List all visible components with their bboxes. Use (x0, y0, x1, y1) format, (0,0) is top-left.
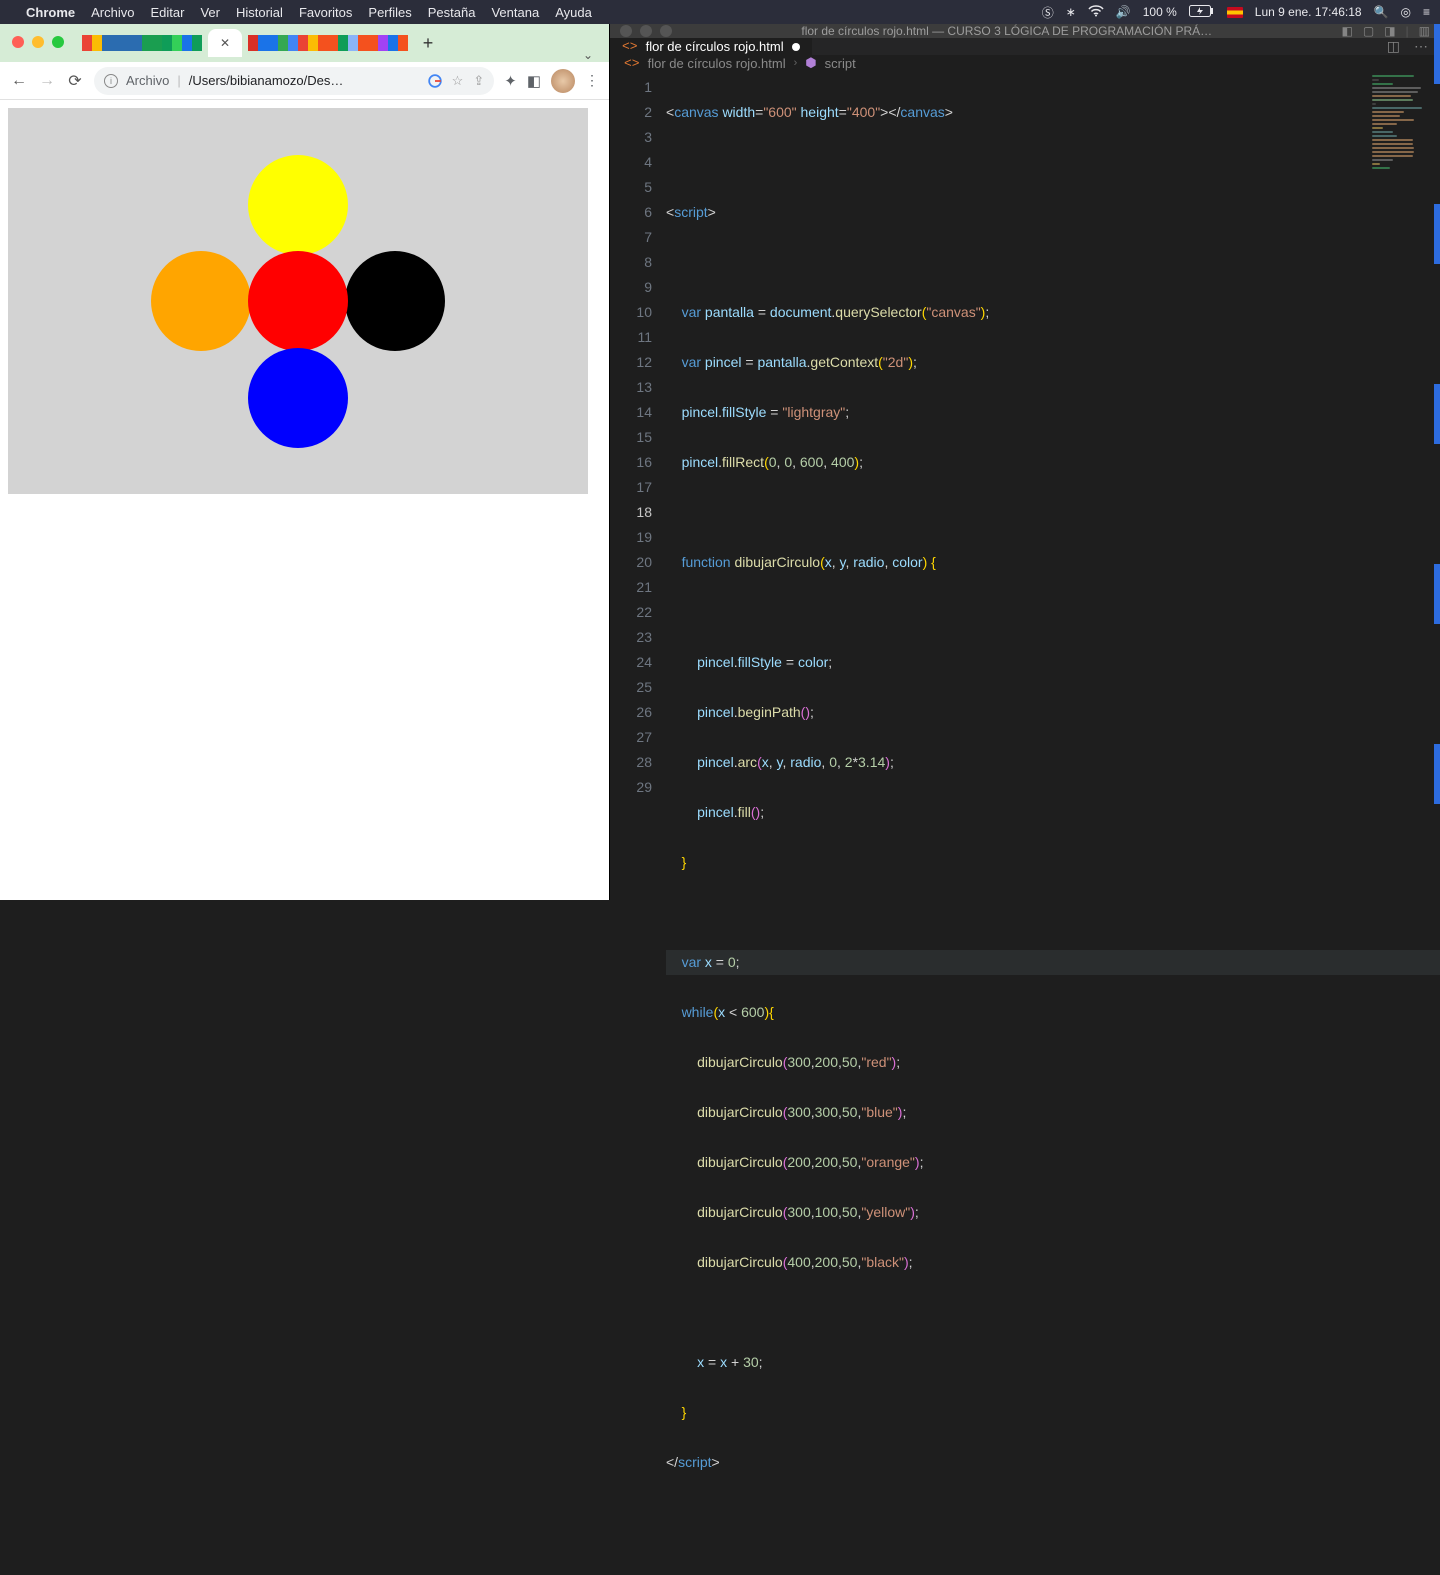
circle-yellow (248, 155, 348, 255)
menu-ayuda[interactable]: Ayuda (555, 5, 592, 20)
spotlight-icon[interactable]: 🔍 (1374, 5, 1389, 19)
url-scheme: Archivo (126, 73, 169, 88)
macos-menubar: Chrome Archivo Editar Ver Historial Favo… (0, 0, 1440, 24)
tab-group-left[interactable] (78, 29, 206, 57)
split-editor-icon[interactable]: ◫ (1387, 38, 1400, 55)
layout-sidebar-right-icon[interactable]: ◨ (1384, 24, 1395, 38)
circle-black (345, 251, 445, 351)
bookmark-icon[interactable]: ☆ (452, 73, 464, 89)
menu-favoritos[interactable]: Favoritos (299, 5, 352, 20)
wifi-icon[interactable] (1088, 5, 1104, 20)
chrome-window: ✕ + ⌄ ← (0, 24, 610, 900)
layout-sidebar-left-icon[interactable]: ◧ (1342, 24, 1353, 38)
datetime[interactable]: Lun 9 ene. 17:46:18 (1255, 5, 1362, 19)
skype-icon[interactable]: Ⓢ (1042, 4, 1054, 21)
address-bar[interactable]: i Archivo | /Users/bibianamozo/Des… ☆ ⇪ (94, 67, 494, 95)
minimap[interactable] (1368, 73, 1438, 253)
side-panel-icon[interactable]: ◧ (527, 72, 541, 90)
profile-avatar[interactable] (551, 69, 575, 93)
vscode-close-button[interactable] (620, 25, 632, 37)
circle-blue (248, 348, 348, 448)
extensions-icon[interactable]: ✦ (504, 72, 517, 90)
browser-toolbar: ← → ⟳ i Archivo | /Users/bibianamozo/Des… (0, 62, 609, 100)
tab-group-right[interactable] (244, 29, 412, 57)
site-info-icon[interactable]: i (104, 74, 118, 88)
circle-red (248, 251, 348, 351)
app-name[interactable]: Chrome (26, 5, 75, 20)
google-icon[interactable] (428, 74, 442, 88)
tab-overflow-chevron-icon[interactable]: ⌄ (583, 48, 601, 62)
input-flag-es[interactable] (1227, 7, 1243, 18)
menu-ver[interactable]: Ver (200, 5, 220, 20)
dirty-indicator-icon (792, 43, 800, 51)
menu-historial[interactable]: Historial (236, 5, 283, 20)
layout-panel-icon[interactable]: ▢ (1363, 24, 1374, 38)
editor-tab-active[interactable]: <> flor de círculos rojo.html (610, 38, 812, 55)
window-minimize-button[interactable] (32, 36, 44, 48)
editor-tab-name: flor de círculos rojo.html (646, 39, 784, 54)
code-editor[interactable]: 12 34 56 78 910 1112 1314 1516 1718 1920… (610, 71, 1440, 1575)
menu-editar[interactable]: Editar (150, 5, 184, 20)
breadcrumb[interactable]: <> flor de círculos rojo.html › ⬢ script (610, 55, 1440, 71)
back-button[interactable]: ← (10, 72, 28, 90)
vscode-titlebar: flor de círculos rojo.html — CURSO 3 LÓG… (610, 24, 1440, 38)
url-path: /Users/bibianamozo/Des… (189, 73, 344, 88)
breadcrumb-file[interactable]: flor de círculos rojo.html (648, 56, 786, 71)
menu-pestana[interactable]: Pestaña (428, 5, 476, 20)
vscode-title: flor de círculos rojo.html — CURSO 3 LÓG… (680, 24, 1334, 38)
bluetooth-icon[interactable]: ∗ (1066, 5, 1076, 19)
vscode-minimize-button[interactable] (640, 25, 652, 37)
control-center-icon[interactable]: ◎ (1401, 5, 1411, 19)
reload-button[interactable]: ⟳ (66, 71, 84, 91)
tab-active[interactable]: ✕ (208, 29, 242, 57)
more-actions-icon[interactable]: ⋯ (1414, 38, 1428, 55)
share-icon[interactable]: ⇪ (473, 73, 484, 89)
chevron-right-icon: › (794, 57, 798, 69)
tab-strip: ✕ + ⌄ (0, 24, 609, 62)
chrome-menu-button[interactable]: ⋮ (585, 72, 599, 89)
circle-orange (151, 251, 251, 351)
html-file-icon: <> (622, 39, 638, 54)
window-zoom-button[interactable] (52, 36, 64, 48)
battery-text: 100 % (1143, 5, 1177, 19)
battery-charging-icon[interactable] (1189, 5, 1215, 20)
breadcrumb-symbol[interactable]: script (825, 56, 856, 71)
screen-edge-strip (1434, 24, 1440, 900)
vscode-zoom-button[interactable] (660, 25, 672, 37)
window-close-button[interactable] (12, 36, 24, 48)
vscode-window: flor de círculos rojo.html — CURSO 3 LÓG… (610, 24, 1440, 900)
menu-ventana[interactable]: Ventana (491, 5, 539, 20)
new-tab-button[interactable]: + (414, 29, 442, 57)
line-gutter: 12 34 56 78 910 1112 1314 1516 1718 1920… (610, 71, 666, 1575)
html-file-icon: <> (624, 56, 640, 71)
volume-icon[interactable]: 🔊 (1116, 5, 1131, 19)
symbol-icon: ⬢ (805, 55, 816, 71)
menu-extras-icon[interactable]: ≡ (1423, 5, 1430, 19)
editor-tabs: <> flor de círculos rojo.html ◫ ⋯ (610, 38, 1440, 55)
page-viewport (0, 100, 609, 900)
layout-customize-icon[interactable]: ▥ (1419, 24, 1430, 38)
forward-button: → (38, 72, 56, 90)
tab-close-icon[interactable]: ✕ (220, 36, 230, 50)
code-content[interactable]: <canvas width="600" height="400"></canva… (666, 71, 1440, 1575)
canvas-output (8, 108, 588, 494)
menu-archivo[interactable]: Archivo (91, 5, 134, 20)
menu-perfiles[interactable]: Perfiles (368, 5, 411, 20)
